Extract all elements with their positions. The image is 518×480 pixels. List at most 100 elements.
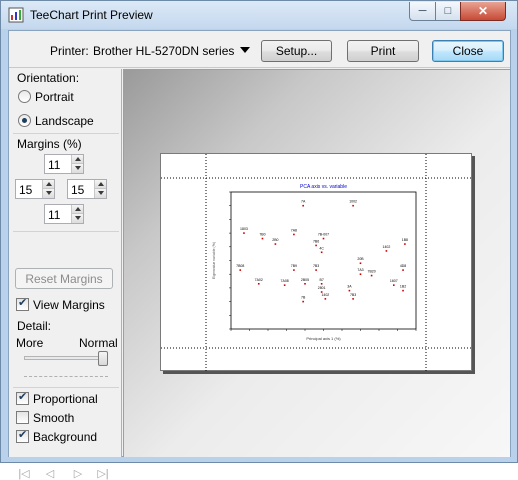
- first-page-icon[interactable]: |◁: [16, 466, 32, 480]
- background-label[interactable]: Background: [33, 430, 97, 444]
- data-point: [322, 237, 325, 240]
- data-label: 7B08: [236, 264, 244, 268]
- spin-down-icon[interactable]: [72, 164, 83, 173]
- data-label: 3A: [347, 285, 352, 289]
- close-button[interactable]: Close: [432, 40, 504, 62]
- data-label: 7A02: [255, 278, 263, 282]
- data-point: [393, 284, 395, 286]
- last-page-icon[interactable]: ▷|: [95, 466, 111, 480]
- data-point: [274, 243, 277, 245]
- data-point: [293, 233, 295, 236]
- maximize-icon: □: [444, 5, 452, 17]
- data-label: 1B8: [402, 238, 408, 242]
- spin-down-icon[interactable]: [95, 189, 106, 198]
- portrait-label[interactable]: Portrait: [35, 90, 74, 104]
- data-label: 7A8: [291, 228, 297, 232]
- spin-down-icon[interactable]: [72, 214, 83, 223]
- printer-label: Printer:: [50, 44, 89, 58]
- detail-normal-label: Normal: [79, 336, 118, 350]
- data-point: [352, 298, 354, 300]
- window-close-button[interactable]: ✕: [460, 2, 506, 21]
- options-panel: Orientation: Portrait Landscape Margins …: [9, 69, 122, 480]
- data-label: 7B3: [350, 293, 356, 297]
- print-preview-window: TeeChart Print Preview ─ □ ✕ Printer: Br…: [0, 0, 518, 480]
- data-label: 4C: [319, 246, 324, 250]
- data-point: [261, 237, 264, 240]
- dialog-client-area: Printer: Brother HL-5270DN series Setup.…: [8, 30, 511, 480]
- data-point: [320, 282, 323, 285]
- spin-up-icon[interactable]: [43, 180, 54, 189]
- spin-up-icon[interactable]: [95, 180, 106, 189]
- chevron-down-icon: [240, 47, 250, 53]
- data-label: 4D8: [400, 264, 406, 268]
- divider: [13, 231, 119, 232]
- data-point: [359, 262, 362, 265]
- proportional-label[interactable]: Proportional: [33, 392, 98, 406]
- data-label: 1402: [321, 293, 329, 297]
- data-point: [402, 269, 404, 271]
- maximize-button[interactable]: □: [435, 2, 461, 21]
- data-point: [304, 282, 306, 285]
- data-label: 7B0: [259, 233, 265, 237]
- data-point: [348, 289, 351, 292]
- next-page-icon[interactable]: ▷: [70, 466, 86, 480]
- margin-right-stepper[interactable]: 15: [67, 179, 107, 199]
- toolbar: Printer: Brother HL-5270DN series Setup.…: [9, 31, 510, 68]
- spin-up-icon[interactable]: [72, 155, 83, 164]
- data-point: [302, 204, 304, 207]
- setup-button[interactable]: Setup...: [261, 40, 332, 62]
- spin-down-icon[interactable]: [43, 189, 54, 198]
- data-label: 7B6: [313, 239, 319, 243]
- data-label: B7: [320, 278, 324, 282]
- printer-select[interactable]: Brother HL-5270DN series: [91, 40, 253, 60]
- data-point: [315, 244, 317, 247]
- smooth-checkbox[interactable]: [16, 411, 29, 424]
- data-label: 1002: [349, 200, 357, 204]
- slider-ticks: [24, 376, 108, 379]
- minimize-button[interactable]: ─: [409, 2, 436, 21]
- background-checkbox[interactable]: [16, 428, 29, 443]
- printer-select-value: Brother HL-5270DN series: [93, 44, 235, 58]
- data-label: 2B0: [272, 238, 278, 242]
- title-bar[interactable]: TeeChart Print Preview ─ □ ✕: [1, 1, 517, 29]
- view-margins-checkbox[interactable]: [16, 296, 29, 311]
- data-point: [257, 282, 260, 285]
- minimize-icon: ─: [418, 5, 427, 17]
- data-point: [302, 300, 304, 303]
- print-button[interactable]: Print: [347, 40, 419, 62]
- detail-more-label: More: [16, 336, 44, 350]
- reset-margins-button[interactable]: Reset Margins: [15, 268, 113, 289]
- portrait-radio[interactable]: [18, 90, 31, 103]
- margin-top-stepper[interactable]: 11: [44, 154, 84, 174]
- data-label: 7B: [301, 296, 306, 300]
- smooth-label[interactable]: Smooth: [33, 411, 74, 425]
- data-label: 7A08: [281, 279, 289, 283]
- data-point: [243, 232, 245, 234]
- margin-bottom-stepper[interactable]: 11: [44, 204, 84, 224]
- view-margins-label[interactable]: View Margins: [33, 298, 105, 312]
- data-point: [315, 269, 317, 271]
- data-point: [324, 298, 327, 300]
- landscape-label[interactable]: Landscape: [35, 114, 94, 128]
- preview-page: PCA axis vs. variable Principal axis 1 (%…: [160, 153, 473, 372]
- prev-page-icon[interactable]: ◁: [42, 466, 58, 480]
- detail-slider-track[interactable]: [24, 356, 107, 360]
- spin-up-icon[interactable]: [72, 205, 83, 214]
- data-label: 7A3: [357, 268, 363, 272]
- data-point: [404, 243, 406, 245]
- landscape-radio[interactable]: [18, 114, 31, 127]
- data-point: [283, 284, 286, 286]
- chart-title: PCA axis vs. variable: [300, 184, 347, 190]
- y-axis-label: Eigenvalue variable (%): [212, 242, 216, 279]
- preview-area[interactable]: PCA axis vs. variable Principal axis 1 (%…: [123, 69, 510, 457]
- data-point: [385, 250, 388, 252]
- data-label: 7B3: [313, 264, 319, 268]
- data-point: [370, 274, 373, 277]
- window-title: TeeChart Print Preview: [30, 8, 153, 22]
- margin-right-value: 15: [71, 183, 85, 197]
- margin-left-stepper[interactable]: 15: [15, 179, 55, 199]
- detail-slider-thumb[interactable]: [98, 351, 108, 366]
- proportional-checkbox[interactable]: [16, 390, 29, 405]
- data-point: [359, 273, 362, 275]
- plot-area: [230, 191, 417, 330]
